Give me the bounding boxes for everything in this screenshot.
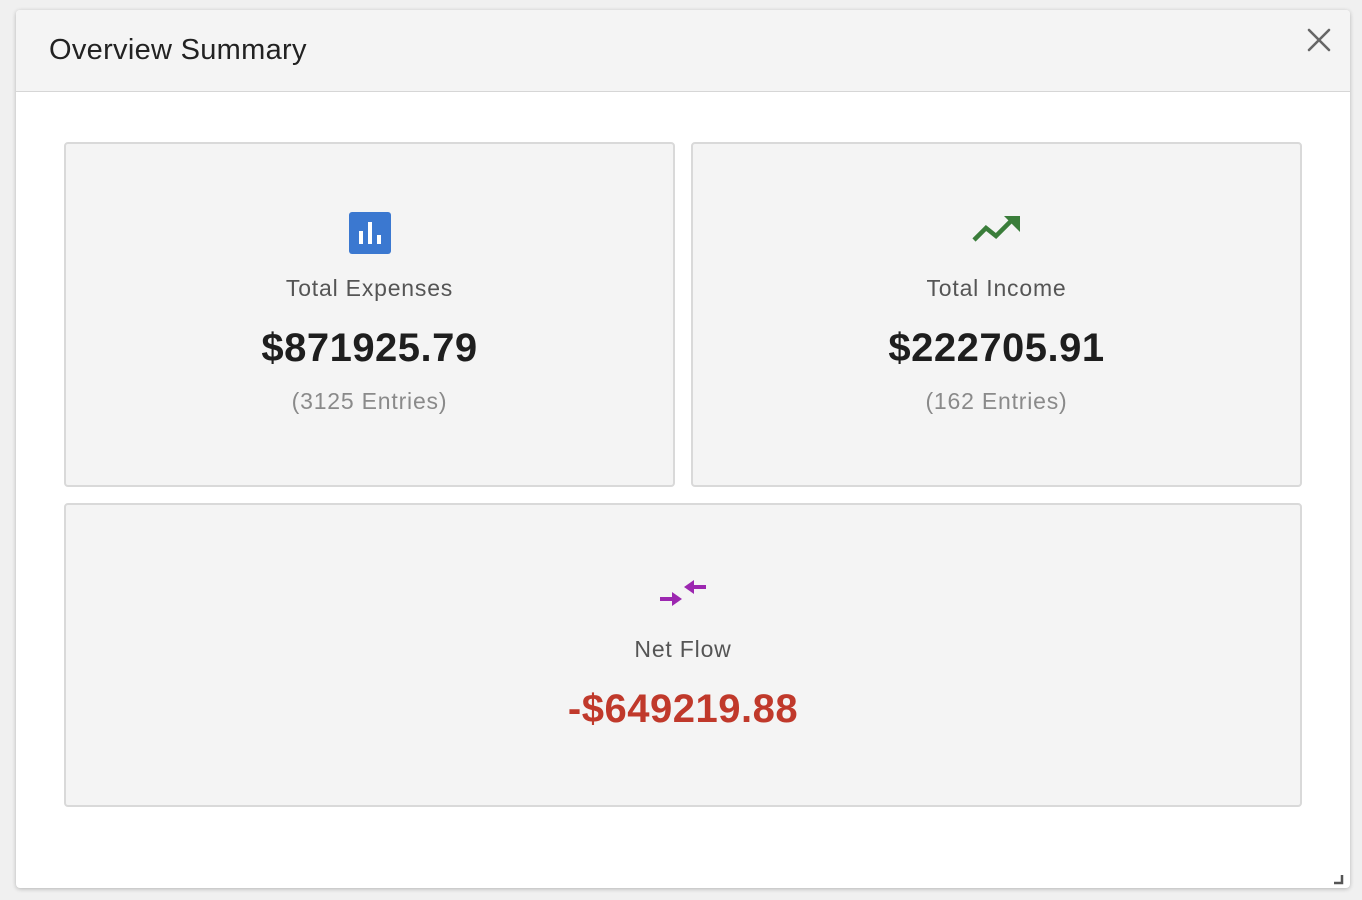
resize-handle[interactable] — [1334, 872, 1344, 885]
trending-up-icon — [971, 212, 1022, 249]
total-income-card: Total Income $222705.91 (162 Entries) — [691, 142, 1302, 487]
dialog-header: Overview Summary — [16, 10, 1350, 92]
bar-chart-icon — [348, 212, 391, 259]
total-income-value: $222705.91 — [888, 326, 1105, 370]
close-button[interactable] — [1303, 24, 1335, 56]
dialog-title: Overview Summary — [49, 34, 307, 66]
net-flow-label: Net Flow — [634, 636, 732, 662]
total-expenses-value: $871925.79 — [261, 326, 478, 370]
total-expenses-card: Total Expenses $871925.79 (3125 Entries) — [64, 142, 675, 487]
total-income-entries: (162 Entries) — [925, 388, 1068, 414]
close-icon — [1307, 28, 1331, 52]
total-expenses-label: Total Expenses — [285, 275, 454, 301]
net-flow-card: Net Flow -$649219.88 — [64, 503, 1302, 807]
net-flow-value: -$649219.88 — [567, 687, 799, 731]
total-income-label: Total Income — [926, 275, 1067, 301]
overview-summary-dialog: Overview Summary Total Expenses $871925.… — [16, 10, 1350, 888]
compare-arrows-icon — [658, 577, 708, 616]
total-expenses-entries: (3125 Entries) — [291, 388, 448, 414]
